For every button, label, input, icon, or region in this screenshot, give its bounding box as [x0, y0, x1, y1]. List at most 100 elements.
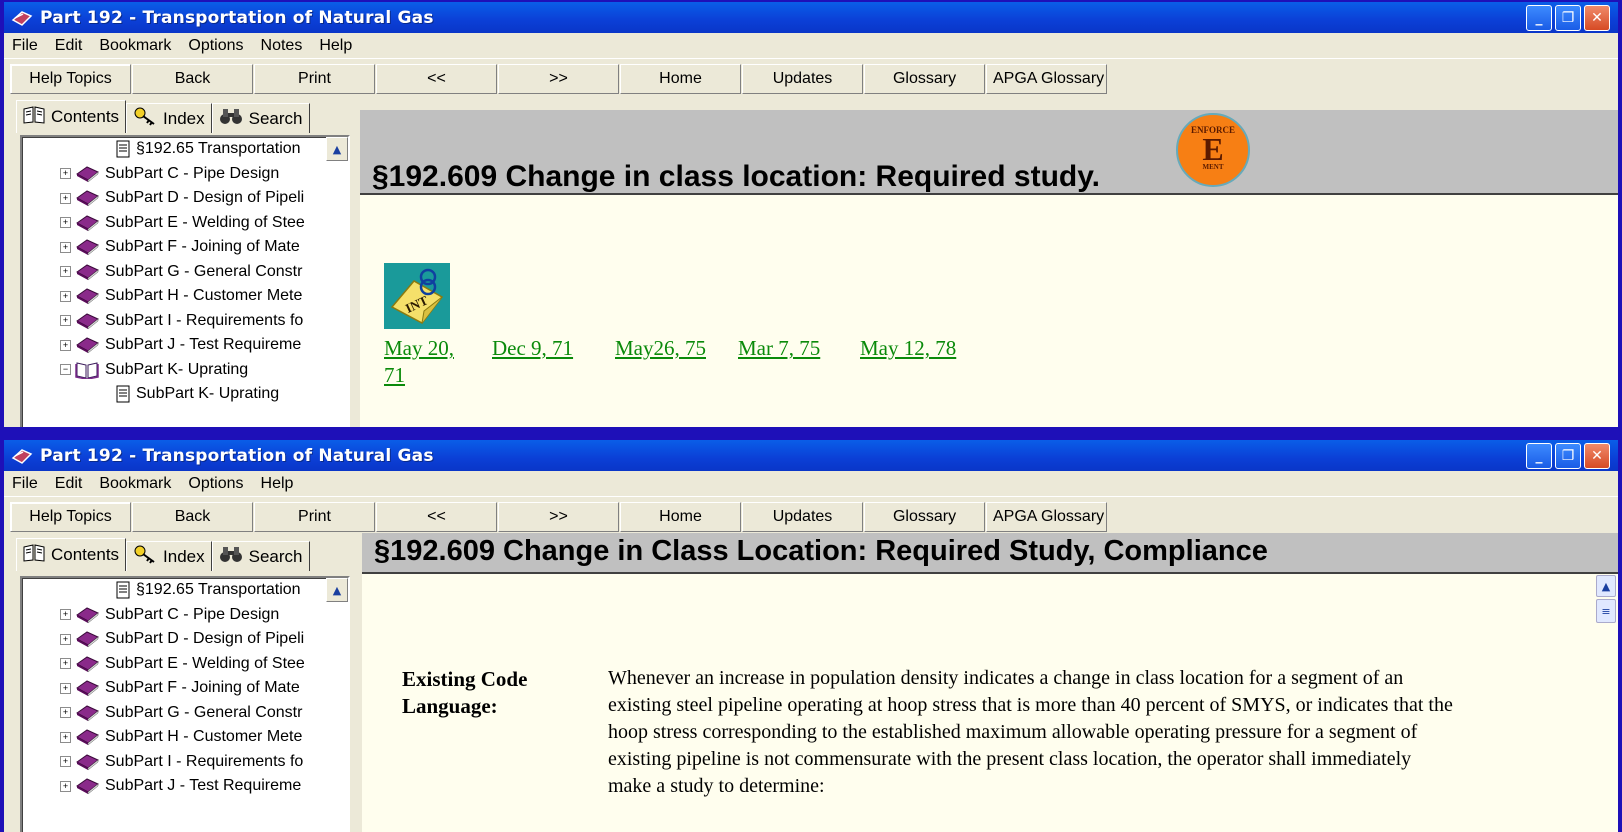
close-button[interactable]: ✕: [1584, 443, 1610, 469]
contents-tree[interactable]: §192.65 Transportation + SubPart C - Pipe …: [20, 576, 350, 832]
restore-button[interactable]: ❐: [1555, 443, 1581, 469]
expand-collapse-toggle[interactable]: +: [60, 780, 71, 792]
menu-edit[interactable]: Edit: [55, 475, 83, 493]
tree-item[interactable]: §192.65 Transportation: [22, 578, 348, 603]
date-link-may-12-78[interactable]: May 12, 78: [860, 336, 956, 361]
menu-options[interactable]: Options: [188, 37, 243, 55]
help-topics-button[interactable]: Help Topics: [10, 64, 131, 94]
tree-item[interactable]: + SubPart G - General Constr: [22, 260, 348, 285]
tree-item[interactable]: SubPart K- Uprating: [22, 382, 348, 407]
tree-item[interactable]: + SubPart I - Requirements fo: [22, 750, 348, 775]
expand-collapse-toggle[interactable]: +: [60, 315, 71, 327]
title-bar[interactable]: Part 192 - Transportation of Natural Gas…: [4, 2, 1618, 33]
menu-bookmark[interactable]: Bookmark: [99, 37, 171, 55]
closed-book-icon: [75, 312, 99, 330]
tree-item[interactable]: + SubPart F - Joining of Mate: [22, 235, 348, 260]
updates-button[interactable]: Updates: [742, 502, 863, 532]
expand-collapse-toggle[interactable]: +: [60, 290, 71, 302]
menu-help[interactable]: Help: [319, 37, 352, 55]
expand-collapse-toggle[interactable]: +: [60, 658, 71, 670]
menu-bookmark[interactable]: Bookmark: [99, 475, 171, 493]
updates-button[interactable]: Updates: [742, 64, 863, 94]
next-topic-button[interactable]: >>: [498, 64, 619, 94]
scroll-thumb[interactable]: ≡: [1596, 599, 1616, 623]
tree-item[interactable]: + SubPart D - Design of Pipeli: [22, 627, 348, 652]
menu-edit[interactable]: Edit: [55, 37, 83, 55]
next-topic-button[interactable]: >>: [498, 502, 619, 532]
menu-options[interactable]: Options: [188, 475, 243, 493]
tree-scroll-up-button[interactable]: ▲: [326, 137, 348, 161]
date-link-may26-75[interactable]: May26, 75: [615, 336, 706, 361]
closed-book-icon: [75, 679, 99, 697]
menu-help[interactable]: Help: [261, 475, 294, 493]
tree-item[interactable]: + SubPart E - Welding of Stee: [22, 652, 348, 677]
tab-search[interactable]: Search: [211, 103, 310, 133]
existing-code-label-line2: Language:: [402, 694, 498, 718]
tree-item-label: SubPart G - General Constr: [105, 262, 303, 280]
previous-topic-button[interactable]: <<: [376, 64, 497, 94]
expand-collapse-toggle[interactable]: +: [60, 168, 71, 180]
home-button[interactable]: Home: [620, 502, 741, 532]
apga-glossary-button[interactable]: APGA Glossary: [986, 64, 1107, 94]
tree-item[interactable]: + SubPart G - General Constr: [22, 701, 348, 726]
expand-collapse-toggle[interactable]: +: [60, 192, 71, 204]
tree-item[interactable]: − SubPart K- Uprating: [22, 358, 348, 383]
expand-collapse-toggle[interactable]: +: [60, 339, 71, 351]
tab-search[interactable]: Search: [211, 541, 310, 571]
tab-index[interactable]: Index: [126, 103, 212, 133]
home-button[interactable]: Home: [620, 64, 741, 94]
print-button[interactable]: Print: [254, 502, 375, 532]
expand-collapse-toggle[interactable]: +: [60, 217, 71, 229]
contents-tree[interactable]: §192.65 Transportation + SubPart C - Pipe …: [20, 135, 350, 427]
scroll-up-button[interactable]: ▲: [1596, 575, 1616, 597]
restore-button[interactable]: ❐: [1555, 5, 1581, 31]
print-button[interactable]: Print: [254, 64, 375, 94]
tree-item[interactable]: + SubPart D - Design of Pipeli: [22, 186, 348, 211]
date-link-may-20-71[interactable]: May 20,: [384, 336, 454, 361]
enforcement-badge[interactable]: ENFORCE E MENT: [1176, 113, 1250, 187]
expand-collapse-toggle[interactable]: +: [60, 266, 71, 278]
expand-collapse-toggle[interactable]: +: [60, 707, 71, 719]
title-bar[interactable]: Part 192 - Transportation of Natural Gas…: [4, 440, 1618, 471]
minimize-button[interactable]: _: [1526, 5, 1552, 31]
minimize-button[interactable]: _: [1526, 443, 1552, 469]
expand-collapse-toggle[interactable]: +: [60, 609, 71, 621]
expand-collapse-toggle[interactable]: +: [60, 756, 71, 768]
tree-scroll-up-button[interactable]: ▲: [326, 578, 348, 602]
menu-notes[interactable]: Notes: [261, 37, 303, 55]
back-button[interactable]: Back: [132, 64, 253, 94]
close-button[interactable]: ✕: [1584, 5, 1610, 31]
tree-item[interactable]: + SubPart H - Customer Mete: [22, 284, 348, 309]
tab-contents[interactable]: Contents: [16, 100, 127, 133]
tree-item[interactable]: + SubPart H - Customer Mete: [22, 725, 348, 750]
expand-collapse-toggle[interactable]: +: [60, 682, 71, 694]
date-link-may-20-71-year[interactable]: 71: [384, 363, 405, 388]
help-topics-button[interactable]: Help Topics: [10, 502, 131, 532]
back-button[interactable]: Back: [132, 502, 253, 532]
tab-contents[interactable]: Contents: [16, 538, 127, 571]
menu-file[interactable]: File: [12, 475, 38, 493]
navigation-pane: Contents Index Search §192.65 Transporta…: [4, 535, 356, 832]
glossary-button[interactable]: Glossary: [864, 502, 985, 532]
expand-collapse-toggle[interactable]: +: [60, 241, 71, 253]
glossary-button[interactable]: Glossary: [864, 64, 985, 94]
expand-collapse-toggle[interactable]: +: [60, 633, 71, 645]
tree-item[interactable]: + SubPart I - Requirements fo: [22, 309, 348, 334]
date-link-mar-7-75[interactable]: Mar 7, 75: [738, 336, 820, 361]
tree-item[interactable]: + SubPart J - Test Requireme: [22, 774, 348, 799]
tree-item[interactable]: §192.65 Transportation: [22, 137, 348, 162]
date-link-dec-9-71[interactable]: Dec 9, 71: [492, 336, 573, 361]
apga-glossary-button[interactable]: APGA Glossary: [986, 502, 1107, 532]
tab-index[interactable]: Index: [126, 541, 212, 571]
tree-item[interactable]: + SubPart J - Test Requireme: [22, 333, 348, 358]
tree-item[interactable]: + SubPart C - Pipe Design: [22, 603, 348, 628]
previous-topic-button[interactable]: <<: [376, 502, 497, 532]
expand-collapse-toggle[interactable]: −: [60, 364, 71, 376]
vertical-scrollbar[interactable]: ▲ ≡: [1596, 575, 1618, 832]
tree-item[interactable]: + SubPart C - Pipe Design: [22, 162, 348, 187]
expand-collapse-toggle[interactable]: +: [60, 731, 71, 743]
tree-item[interactable]: + SubPart F - Joining of Mate: [22, 676, 348, 701]
tree-item[interactable]: + SubPart E - Welding of Stee: [22, 211, 348, 236]
interpretation-note-icon[interactable]: INT: [384, 263, 450, 329]
menu-file[interactable]: File: [12, 37, 38, 55]
